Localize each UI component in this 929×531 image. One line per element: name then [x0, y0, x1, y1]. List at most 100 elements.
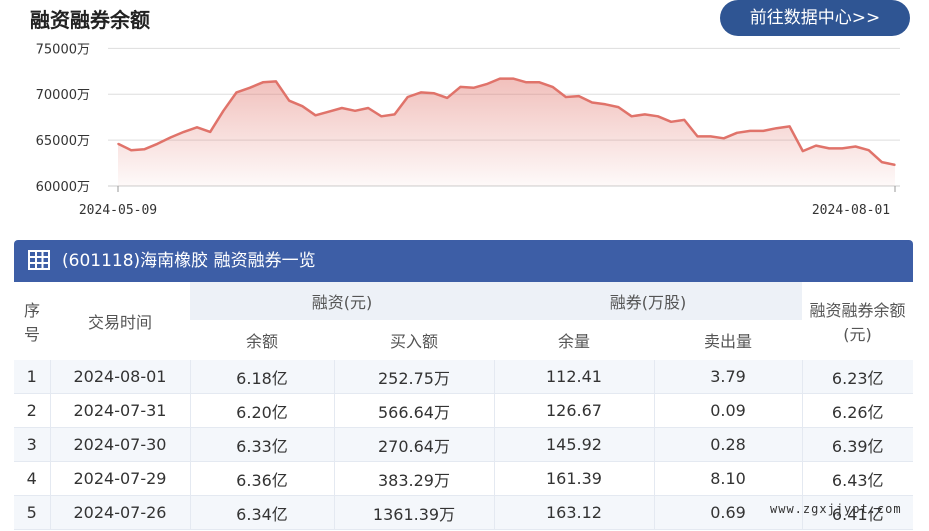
data-point: [538, 81, 541, 84]
data-point: [722, 137, 725, 140]
data-point: [327, 110, 330, 113]
table-panel-header: (601118)海南橡胶 融资融券一览: [14, 240, 913, 282]
y-tick-label: 70000万: [36, 88, 90, 103]
data-point: [196, 126, 198, 129]
data-point: [341, 107, 343, 109]
table-row: 3 2024-07-30 6.33亿 270.64万 145.92 0.28 6…: [14, 427, 913, 462]
cell-short-balance: 161.39: [493, 461, 654, 496]
x-tick-label: 2024-05-09: [79, 203, 157, 218]
data-point: [643, 113, 646, 116]
cell-short-sell: 0.28: [653, 427, 802, 462]
data-point: [512, 77, 514, 80]
data-point: [472, 87, 475, 89]
data-point: [288, 99, 291, 102]
data-point: [657, 115, 659, 118]
cell-seq: 1: [14, 360, 50, 394]
data-point: [301, 105, 304, 107]
cell-total: 6.23亿: [801, 360, 913, 394]
cell-margin-balance: 6.18亿: [189, 360, 334, 394]
x-tick-label: 2024-08-01: [812, 203, 890, 218]
y-tick-label: 75000万: [36, 42, 90, 57]
data-point: [525, 81, 528, 84]
cell-date: 2024-07-31: [49, 393, 190, 428]
data-point: [380, 115, 383, 118]
data-point: [156, 142, 159, 145]
data-point: [551, 86, 554, 88]
cell-date: 2024-07-26: [49, 495, 190, 530]
data-point: [564, 96, 567, 98]
cell-short-sell: 0.09: [653, 393, 802, 428]
cell-short-balance: 163.12: [493, 495, 654, 530]
cell-seq: 2: [14, 393, 50, 428]
col-group-short: 融券(万股): [494, 282, 802, 320]
cell-margin-balance: 6.33亿: [189, 427, 334, 462]
cell-date: 2024-08-01: [49, 360, 190, 394]
data-point: [420, 91, 422, 94]
cell-short-balance: 112.41: [493, 360, 654, 394]
cell-date: 2024-07-29: [49, 461, 190, 496]
data-point: [867, 149, 870, 152]
cell-seq: 5: [14, 495, 50, 530]
col-short-balance: 余量: [557, 332, 590, 351]
data-point: [788, 125, 791, 128]
data-point: [630, 115, 633, 118]
cell-short-balance: 145.92: [493, 427, 654, 462]
cell-margin-balance: 6.34亿: [189, 495, 334, 530]
cell-margin-buy: 383.29万: [333, 461, 494, 496]
data-point: [828, 147, 830, 150]
data-point: [117, 142, 119, 145]
cell-short-sell: 8.10: [653, 461, 802, 496]
data-point: [617, 106, 620, 108]
cell-margin-buy: 1361.39万: [333, 495, 494, 530]
cell-total: 6.43亿: [801, 461, 913, 496]
col-margin-buy: 买入额: [389, 332, 438, 351]
data-point: [275, 80, 277, 83]
col-short-sell: 卖出量: [703, 332, 752, 351]
col-seq: 序号: [23, 301, 40, 344]
data-point: [894, 164, 896, 166]
data-point: [169, 136, 172, 139]
data-point: [775, 127, 778, 129]
table-row: 2 2024-07-31 6.20亿 566.64万 126.67 0.09 6…: [14, 393, 913, 428]
data-point: [485, 83, 488, 85]
data-point: [749, 130, 751, 132]
cell-date: 2024-07-30: [49, 427, 190, 462]
data-point: [762, 130, 765, 132]
cell-total: 6.26亿: [801, 393, 913, 428]
data-point: [736, 131, 738, 134]
data-point: [841, 147, 844, 150]
table-row: 1 2024-08-01 6.18亿 252.75万 112.41 3.79 6…: [14, 360, 913, 394]
cell-seq: 4: [14, 461, 50, 496]
col-margin-balance: 余额: [245, 332, 278, 351]
cell-total: 6.39亿: [801, 427, 913, 462]
cell-margin-buy: 270.64万: [333, 427, 494, 462]
data-point: [143, 148, 146, 151]
data-point: [354, 109, 356, 112]
margin-trading-table: 序号 交易时间 融资(元) 融券(万股) 融资融券余额(元) 余额 买入额 余量…: [14, 282, 913, 530]
table-grid-icon: [28, 250, 50, 270]
cell-margin-balance: 6.20亿: [189, 393, 334, 428]
y-tick-label: 60000万: [36, 180, 90, 195]
data-point: [209, 131, 211, 133]
data-point: [459, 86, 462, 88]
data-point: [604, 103, 607, 106]
data-point: [222, 109, 225, 112]
data-point: [183, 131, 185, 133]
data-point: [696, 135, 699, 138]
data-point: [314, 114, 317, 117]
data-point: [406, 96, 409, 98]
data-point: [433, 92, 435, 95]
col-date: 交易时间: [87, 313, 152, 332]
data-point: [578, 95, 580, 97]
data-point: [367, 107, 370, 109]
data-point: [591, 101, 593, 104]
col-total: 融资融券余额(元): [809, 301, 906, 344]
data-point: [499, 77, 501, 80]
data-point: [446, 97, 449, 99]
data-point: [262, 81, 264, 84]
data-point: [802, 150, 804, 152]
cell-short-sell: 3.79: [653, 360, 802, 394]
cell-margin-balance: 6.36亿: [189, 461, 334, 496]
data-point: [881, 161, 883, 163]
data-point: [854, 145, 857, 148]
